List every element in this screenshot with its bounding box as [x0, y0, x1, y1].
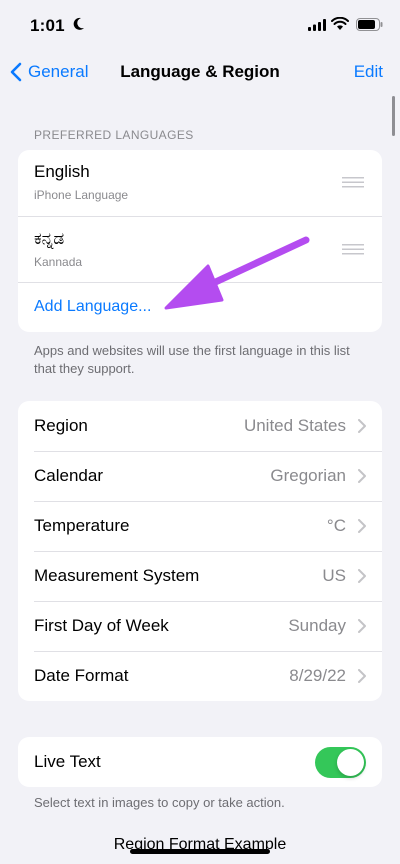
language-name: ಕನ್ನಡ — [34, 229, 65, 248]
chevron-right-icon — [358, 669, 366, 683]
setting-label: Date Format — [34, 666, 129, 685]
setting-row-live-text: Live Text — [18, 737, 382, 787]
toggle-knob — [337, 749, 364, 776]
setting-value: °C — [326, 516, 346, 535]
moon-icon — [73, 17, 84, 30]
navigation-bar: General Language & Region Edit — [0, 50, 400, 94]
chevron-right-icon — [358, 469, 366, 483]
live-text-footer: Select text in images to copy or take ac… — [34, 795, 285, 810]
setting-label: Temperature — [34, 516, 130, 535]
cellular-signal-icon — [308, 19, 326, 31]
chevron-right-icon — [358, 569, 366, 583]
setting-value: Sunday — [288, 616, 346, 635]
home-indicator[interactable] — [130, 849, 270, 854]
preferred-languages-footer: Apps and websites will use the first lan… — [34, 343, 350, 376]
page-title: Language & Region — [120, 62, 280, 81]
reorder-handle-icon[interactable] — [342, 244, 364, 255]
setting-label: Measurement System — [34, 566, 200, 585]
setting-row-first-day-of-week[interactable]: First Day of Week Sunday — [18, 601, 382, 651]
chevron-right-icon — [358, 619, 366, 633]
status-time: 1:01 — [30, 16, 65, 35]
setting-row-region[interactable]: Region United States — [18, 401, 382, 451]
setting-value: US — [322, 566, 346, 585]
setting-value: Gregorian — [270, 466, 346, 485]
chevron-right-icon — [358, 419, 366, 433]
scroll-indicator[interactable] — [392, 96, 395, 136]
setting-value: United States — [243, 416, 346, 435]
language-subtitle: Kannada — [34, 255, 83, 269]
live-text-group: Live Text — [18, 737, 382, 787]
battery-icon — [356, 18, 383, 31]
status-bar: 1:01 — [0, 0, 400, 50]
setting-label: First Day of Week — [34, 616, 169, 635]
setting-label: Calendar — [34, 466, 103, 485]
setting-value: 8/29/22 — [289, 666, 346, 685]
setting-row-measurement-system[interactable]: Measurement System US — [18, 551, 382, 601]
region-settings-group: Region United States Calendar Gregorian … — [18, 401, 382, 701]
live-text-toggle[interactable] — [315, 747, 366, 778]
edit-button[interactable]: Edit — [354, 62, 383, 82]
setting-label: Region — [34, 416, 88, 435]
live-text-label: Live Text — [34, 752, 101, 771]
reorder-handle-icon[interactable] — [342, 177, 364, 188]
setting-row-temperature[interactable]: Temperature °C — [18, 501, 382, 551]
language-name: English — [34, 162, 90, 181]
chevron-right-icon — [358, 519, 366, 533]
language-subtitle: iPhone Language — [34, 188, 129, 202]
wifi-icon — [331, 17, 349, 30]
preferred-languages-header: PREFERRED LANGUAGES — [34, 128, 194, 142]
annotation-arrow-icon — [164, 236, 310, 310]
language-row-english[interactable]: English iPhone Language — [18, 150, 382, 216]
add-language-label: Add Language... — [34, 298, 152, 315]
setting-row-date-format[interactable]: Date Format 8/29/22 — [18, 651, 382, 701]
setting-row-calendar[interactable]: Calendar Gregorian — [18, 451, 382, 501]
